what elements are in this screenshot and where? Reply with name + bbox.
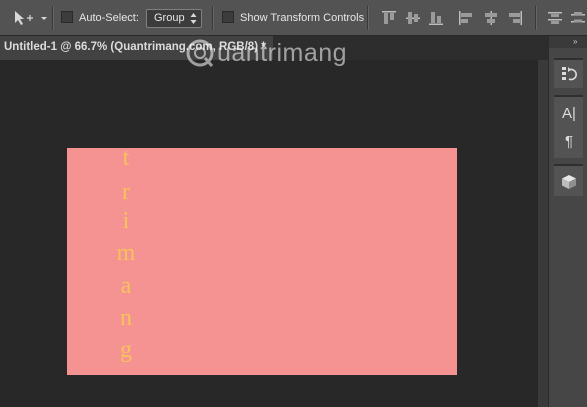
vertical-text-char[interactable]: a xyxy=(114,274,138,298)
toolbar-separator xyxy=(212,6,214,30)
character-panel-icon[interactable]: A| xyxy=(560,105,578,123)
3d-panel-group xyxy=(554,164,583,196)
toolbar-separator xyxy=(52,6,54,30)
align-bottom-edges-icon[interactable] xyxy=(428,10,444,26)
collapse-icon[interactable]: » xyxy=(573,37,577,46)
align-vertical-centers-icon[interactable] xyxy=(405,10,421,26)
vertical-text-char[interactable]: t xyxy=(114,146,138,170)
vertical-scrollbar[interactable] xyxy=(538,60,548,407)
document-canvas[interactable]: t r i m a n g xyxy=(67,146,457,375)
toolbar-separator xyxy=(367,6,369,30)
tool-preset-picker[interactable] xyxy=(12,9,48,27)
type-panel-group: A| ¶ xyxy=(554,95,583,158)
auto-select-checkbox[interactable] xyxy=(61,11,73,23)
3d-cube-icon[interactable] xyxy=(560,173,578,191)
vertical-text-char[interactable]: r xyxy=(114,180,138,204)
show-transform-label: Show Transform Controls xyxy=(240,12,365,24)
align-horizontal-centers-icon[interactable] xyxy=(483,10,499,26)
watermark-q-icon xyxy=(186,39,214,67)
toolbar-separator xyxy=(535,6,537,30)
character-glyph: A| xyxy=(562,105,576,122)
vertical-text-char[interactable]: i xyxy=(114,209,138,233)
move-tool-icon xyxy=(15,11,47,25)
panel-dock: » A| ¶ xyxy=(548,36,587,407)
auto-select-dropdown[interactable]: Group xyxy=(146,9,202,28)
history-panel-group xyxy=(554,58,583,88)
updown-arrow-icon xyxy=(190,13,197,24)
vertical-text-char[interactable]: g xyxy=(114,338,138,362)
paragraph-panel-icon[interactable]: ¶ xyxy=(560,133,578,151)
vertical-text-char[interactable]: m xyxy=(114,241,138,265)
show-transform-checkbox[interactable] xyxy=(222,11,234,23)
watermark-text: uantrimang xyxy=(217,39,348,67)
vertical-text-char[interactable]: n xyxy=(114,306,138,330)
canvas-workspace[interactable]: t r i m a n g xyxy=(0,60,548,407)
auto-select-value: Group xyxy=(154,12,185,24)
paragraph-glyph: ¶ xyxy=(564,133,574,150)
align-right-edges-icon[interactable] xyxy=(507,10,523,26)
watermark-logo: uantrimang xyxy=(185,38,405,68)
distribute-vertical-centers-icon[interactable] xyxy=(570,10,586,26)
distribute-top-edges-icon[interactable] xyxy=(547,10,563,26)
auto-select-label: Auto-Select: xyxy=(79,12,139,24)
history-icon[interactable] xyxy=(560,65,578,83)
options-bar: Auto-Select: Group Show Transform Contro… xyxy=(0,0,587,36)
dock-grip[interactable]: » xyxy=(549,36,587,48)
align-left-edges-icon[interactable] xyxy=(458,10,474,26)
align-top-edges-icon[interactable] xyxy=(381,10,397,26)
